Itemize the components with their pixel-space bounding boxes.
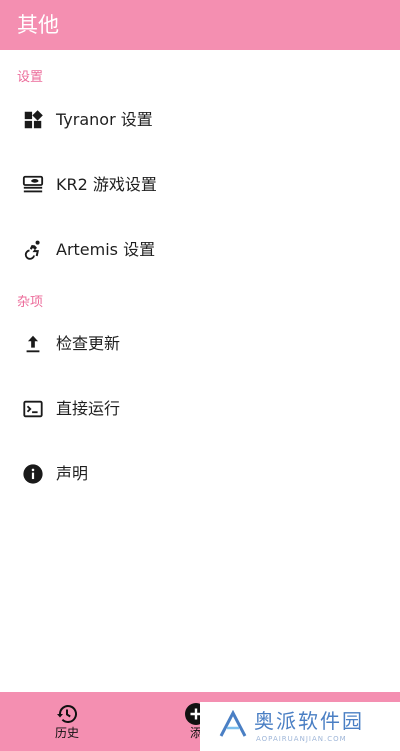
check-update-item[interactable]: 检查更新 [0, 312, 400, 376]
watermark-text: 奥派软件园 [254, 709, 364, 733]
direct-run-item[interactable]: 直接运行 [0, 377, 400, 441]
tyranor-settings-label: Tyranor 设置 [56, 110, 153, 129]
widgets-icon [24, 110, 43, 129]
artemis-settings-label: Artemis 设置 [56, 240, 156, 259]
terminal-icon [23, 400, 43, 418]
app-bar: 其他 [0, 0, 400, 50]
section-header-settings: 设置 [17, 70, 44, 85]
info-icon [23, 464, 43, 484]
history-icon [57, 705, 77, 723]
watermark-logo [219, 710, 247, 737]
section-header-misc: 杂项 [17, 295, 44, 310]
watermark: 奥派软件园 AOPAIRUANJIAN.COM [200, 702, 400, 751]
page-title: 其他 [17, 13, 59, 37]
statement-label: 声明 [56, 464, 89, 483]
artemis-settings-item[interactable]: Artemis 设置 [0, 218, 400, 282]
engine-icon [22, 175, 44, 193]
kr2-settings-item[interactable]: KR2 游戏设置 [0, 153, 400, 217]
tyranor-settings-item[interactable]: Tyranor 设置 [0, 88, 400, 152]
nav-history-label: 历史 [54, 726, 79, 740]
accessible-forward-icon [24, 240, 40, 260]
check-update-label: 检查更新 [56, 334, 121, 353]
upload-icon [26, 335, 40, 353]
statement-item[interactable]: 声明 [0, 442, 400, 506]
nav-history[interactable]: 历史 [27, 692, 107, 751]
watermark-subtext: AOPAIRUANJIAN.COM [256, 735, 347, 743]
direct-run-label: 直接运行 [56, 399, 121, 418]
kr2-settings-label: KR2 游戏设置 [56, 175, 157, 194]
